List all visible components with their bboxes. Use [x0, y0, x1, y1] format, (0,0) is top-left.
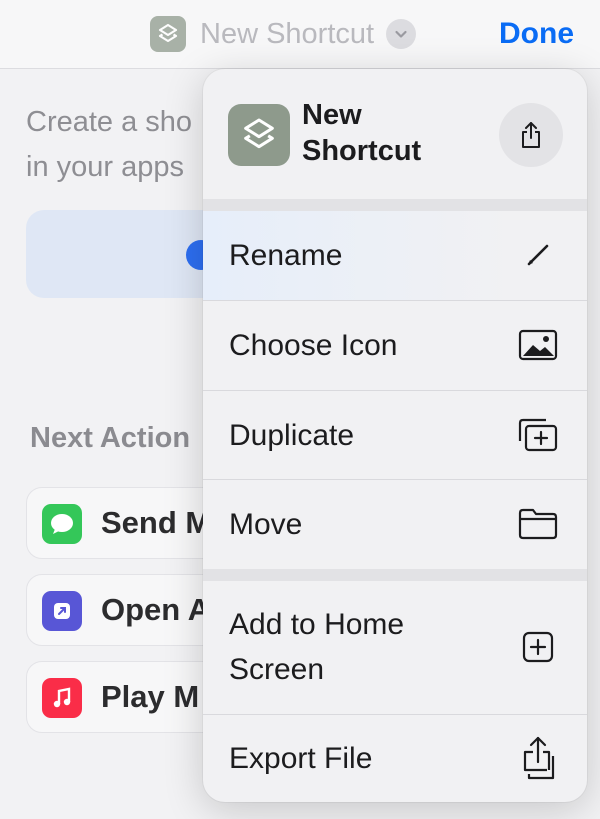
menu-item-rename[interactable]: Rename [203, 211, 587, 300]
menu-header: New Shortcut [203, 69, 587, 199]
menu-title: New Shortcut [302, 99, 422, 167]
menu-item-label: Move [229, 508, 303, 541]
suggestion-label: Play M [101, 679, 200, 714]
next-action-suggestions-heading: Next Action [30, 422, 191, 454]
menu-item-label: Duplicate [229, 419, 355, 452]
shortcut-layers-icon [150, 16, 186, 52]
open-app-icon [42, 591, 82, 631]
description-line-2: in your apps [26, 151, 184, 183]
menu-item-label: Choose Icon [229, 329, 398, 362]
add-square-icon [516, 625, 560, 669]
share-icon [522, 122, 540, 148]
section-separator [203, 199, 587, 211]
section-separator [203, 569, 587, 581]
done-button[interactable]: Done [499, 14, 574, 54]
menu-item-choose-icon[interactable]: Choose Icon [203, 301, 587, 390]
chevron-down-icon[interactable] [386, 19, 417, 49]
suggestion-label: Open A [101, 592, 211, 627]
menu-item-duplicate[interactable]: Duplicate [203, 391, 587, 480]
shortcut-title-button[interactable]: New Shortcut [150, 16, 417, 52]
folder-icon [516, 502, 560, 546]
menu-item-label: Rename [229, 239, 343, 272]
nav-title: New Shortcut [200, 17, 375, 50]
share-button[interactable] [499, 103, 563, 167]
description-line-1: Create a sho [26, 106, 193, 138]
menu-item-export-file[interactable]: Export File [203, 715, 587, 802]
music-icon [42, 678, 82, 718]
shortcut-layers-icon [228, 104, 290, 166]
export-icon [516, 733, 560, 783]
shortcut-options-menu: New Shortcut Rename Choose Icon Duplicat… [203, 69, 587, 802]
messages-icon [42, 504, 82, 544]
navigation-bar: New Shortcut Done [0, 0, 600, 69]
suggestion-label: Send M [101, 505, 212, 540]
pencil-icon [516, 233, 560, 277]
photo-icon [516, 323, 560, 367]
menu-item-move[interactable]: Move [203, 480, 587, 569]
editor-description: Create a sho in your apps [26, 100, 226, 190]
duplicate-icon [516, 413, 560, 457]
menu-item-add-to-home-screen[interactable]: Add to Home Screen [203, 581, 587, 713]
menu-item-label: Export File [229, 742, 373, 775]
menu-item-label: Add to Home Screen [229, 608, 405, 686]
